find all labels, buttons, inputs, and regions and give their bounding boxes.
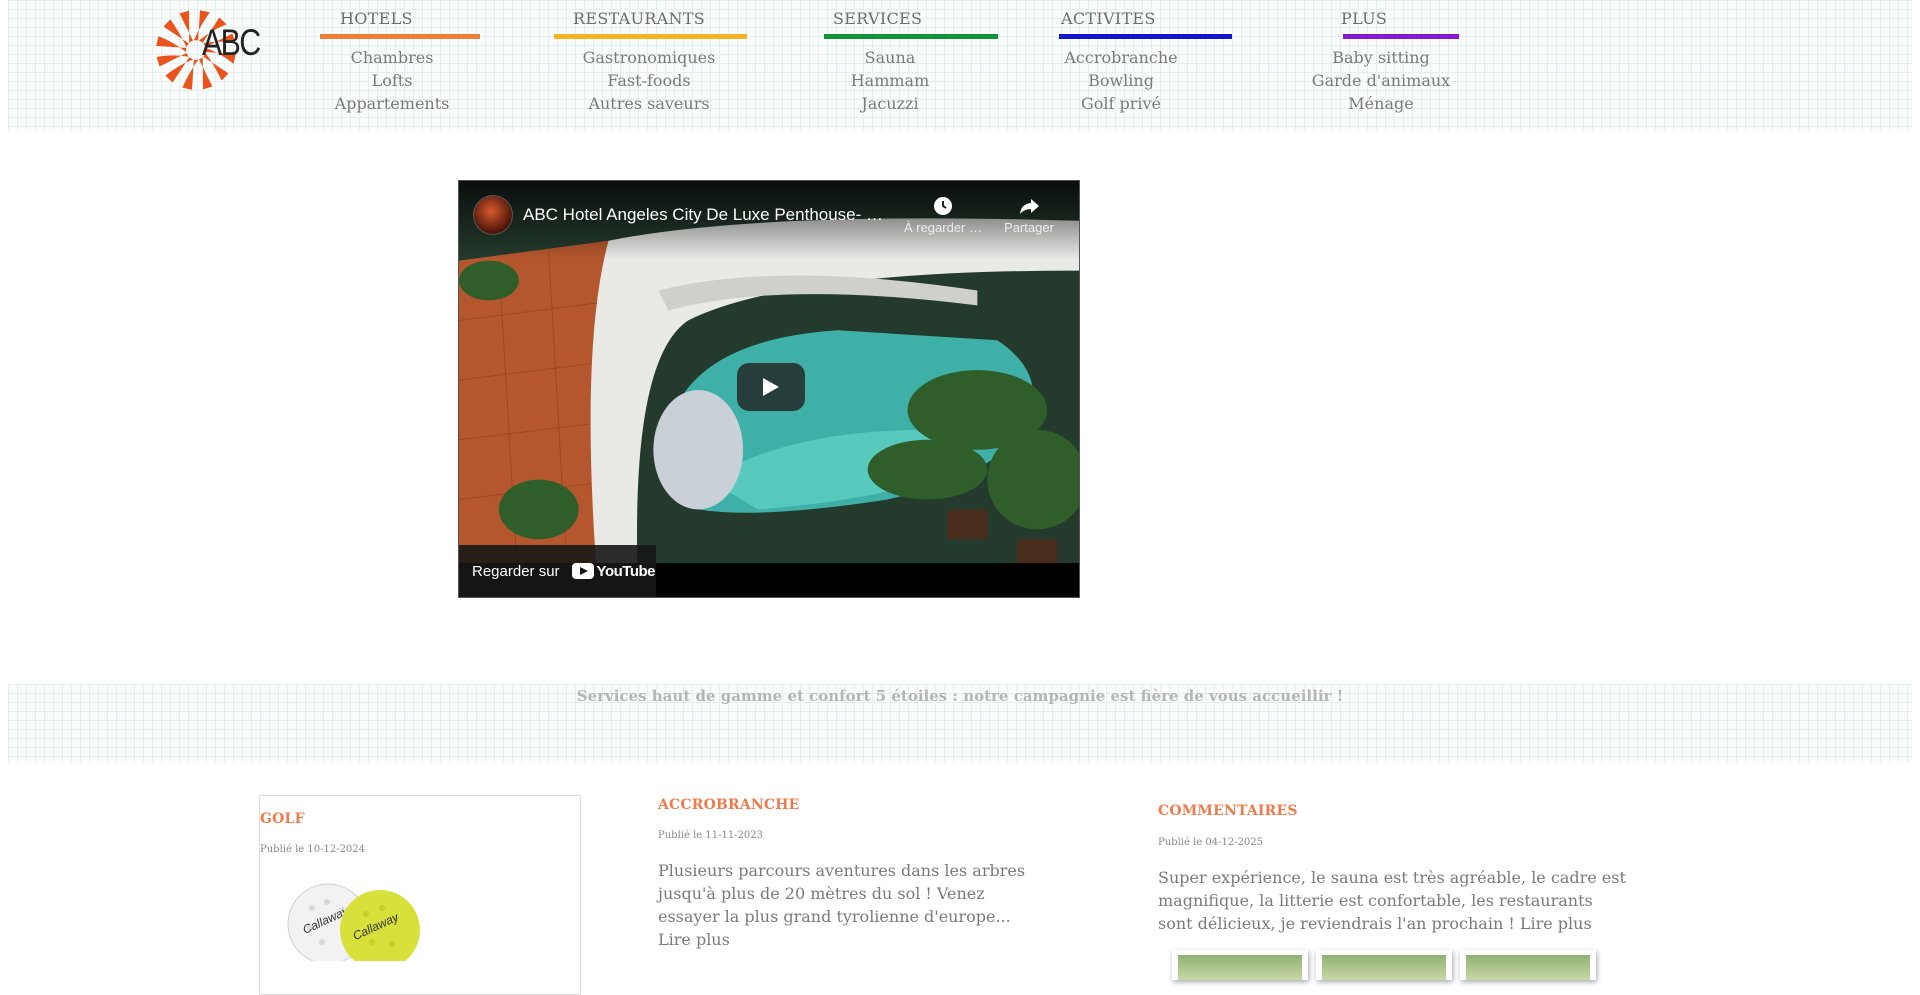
nav-link-golf-prive[interactable]: Golf privé (1061, 92, 1181, 115)
tagline: Services haut de gamme et confort 5 étoi… (576, 687, 1344, 705)
nav-items-services: Sauna Hammam Jacuzzi (830, 46, 950, 115)
watch-on-label: Regarder sur (472, 562, 560, 580)
comments-post-title[interactable]: COMMENTAIRES (1158, 803, 1298, 819)
comments-post-text: Super expérience, le sauna est très agré… (1158, 866, 1626, 935)
accro-text-line: Plusieurs parcours aventures dans les ar… (658, 861, 1026, 880)
play-icon (763, 378, 779, 396)
nav-bar-services (824, 34, 998, 39)
nav-title-restaurants[interactable]: RESTAURANTS (573, 9, 705, 28)
nav-link-autres-saveurs[interactable]: Autres saveurs (554, 92, 744, 115)
nav-link-appartements[interactable]: Appartements (320, 92, 464, 115)
logo-text: ABC (202, 22, 261, 63)
nav-title-hotels[interactable]: HOTELS (340, 9, 413, 28)
nav-link-accrobranche[interactable]: Accrobranche (1061, 46, 1181, 69)
golf-post-date: Publié le 10-12-2024 (260, 844, 366, 855)
share-icon (1020, 199, 1039, 214)
nav-link-sauna[interactable]: Sauna (830, 46, 950, 69)
comments-text-line: Super expérience, le sauna est très agré… (1158, 868, 1626, 887)
nav-title-services[interactable]: SERVICES (833, 9, 922, 28)
nav-link-hammam[interactable]: Hammam (830, 69, 950, 92)
nav-link-chambres[interactable]: Chambres (320, 46, 464, 69)
nav-link-menage[interactable]: Ménage (1301, 92, 1461, 115)
comments-post-date: Publié le 04-12-2025 (1158, 837, 1264, 848)
nav-link-bowling[interactable]: Bowling (1061, 69, 1181, 92)
nav-link-jacuzzi[interactable]: Jacuzzi (830, 92, 950, 115)
accro-post-date: Publié le 11-11-2023 (658, 830, 764, 841)
comment-thumbnail[interactable] (1460, 950, 1596, 980)
nav-items-restaurants: Gastronomiques Fast-foods Autres saveurs (554, 46, 744, 115)
youtube-logo-text: YouTube (596, 562, 656, 580)
thumbnail-image (1322, 955, 1446, 980)
nav-link-garde-animaux[interactable]: Garde d'animaux (1301, 69, 1461, 92)
share-label: Partager (1004, 220, 1054, 235)
accro-text-line: jusqu'à plus de 20 mètres du sol ! Venez (658, 884, 985, 903)
thumbnail-image (1466, 955, 1590, 980)
accro-post-title[interactable]: ACCROBRANCHE (658, 797, 800, 813)
nav-bar-hotels (320, 34, 480, 39)
nav-link-gastronomiques[interactable]: Gastronomiques (554, 46, 744, 69)
nav-title-activites[interactable]: ACTIVITES (1061, 9, 1156, 28)
comments-text-line: magnifique, la litterie est confortable,… (1158, 891, 1593, 910)
accro-text-line: essayer la plus grand tyrolienne d'europ… (658, 907, 1011, 926)
clock-icon (934, 197, 952, 215)
nav-bar-restaurants (554, 34, 747, 39)
nav-bar-activites (1059, 34, 1232, 39)
youtube-video-embed[interactable]: ABC Hotel Angeles City De Luxe Penthouse… (458, 180, 1080, 598)
nav-items-hotels: Chambres Lofts Appartements (320, 46, 464, 115)
header-background (8, 0, 1912, 130)
nav-link-fast-foods[interactable]: Fast-foods (554, 69, 744, 92)
channel-avatar[interactable] (473, 195, 513, 235)
nav-items-plus: Baby sitting Garde d'animaux Ménage (1301, 46, 1461, 115)
thumbnail-image (1178, 955, 1302, 980)
nav-link-baby-sitting[interactable]: Baby sitting (1301, 46, 1461, 69)
nav-bar-plus (1343, 34, 1459, 39)
watch-on-youtube-button[interactable]: Regarder sur YouTube (459, 545, 656, 597)
comment-thumbnail[interactable] (1172, 950, 1308, 980)
golf-post-title[interactable]: GOLF (260, 811, 305, 827)
accro-read-more-link[interactable]: Lire plus (658, 928, 1025, 951)
share-button[interactable]: Partager (989, 195, 1069, 235)
comments-text-line[interactable]: sont délicieux, je reviendrais l'an proc… (1158, 912, 1626, 935)
nav-items-activites: Accrobranche Bowling Golf privé (1061, 46, 1181, 115)
watch-later-button[interactable]: À regarder … (903, 195, 983, 235)
watch-later-label: À regarder … (903, 220, 983, 235)
nav-link-lofts[interactable]: Lofts (320, 69, 464, 92)
video-topbar: ABC Hotel Angeles City De Luxe Penthouse… (459, 181, 1079, 259)
play-button[interactable] (737, 363, 805, 411)
golf-balls-image: Callaway Callaway (287, 883, 420, 961)
youtube-logo: YouTube (571, 562, 656, 580)
nav-title-plus[interactable]: PLUS (1341, 9, 1387, 28)
comment-thumbnail[interactable] (1316, 950, 1452, 980)
accro-post-text: Plusieurs parcours aventures dans les ar… (658, 859, 1025, 951)
youtube-play-icon (571, 563, 594, 579)
video-title[interactable]: ABC Hotel Angeles City De Luxe Penthouse… (523, 205, 893, 225)
